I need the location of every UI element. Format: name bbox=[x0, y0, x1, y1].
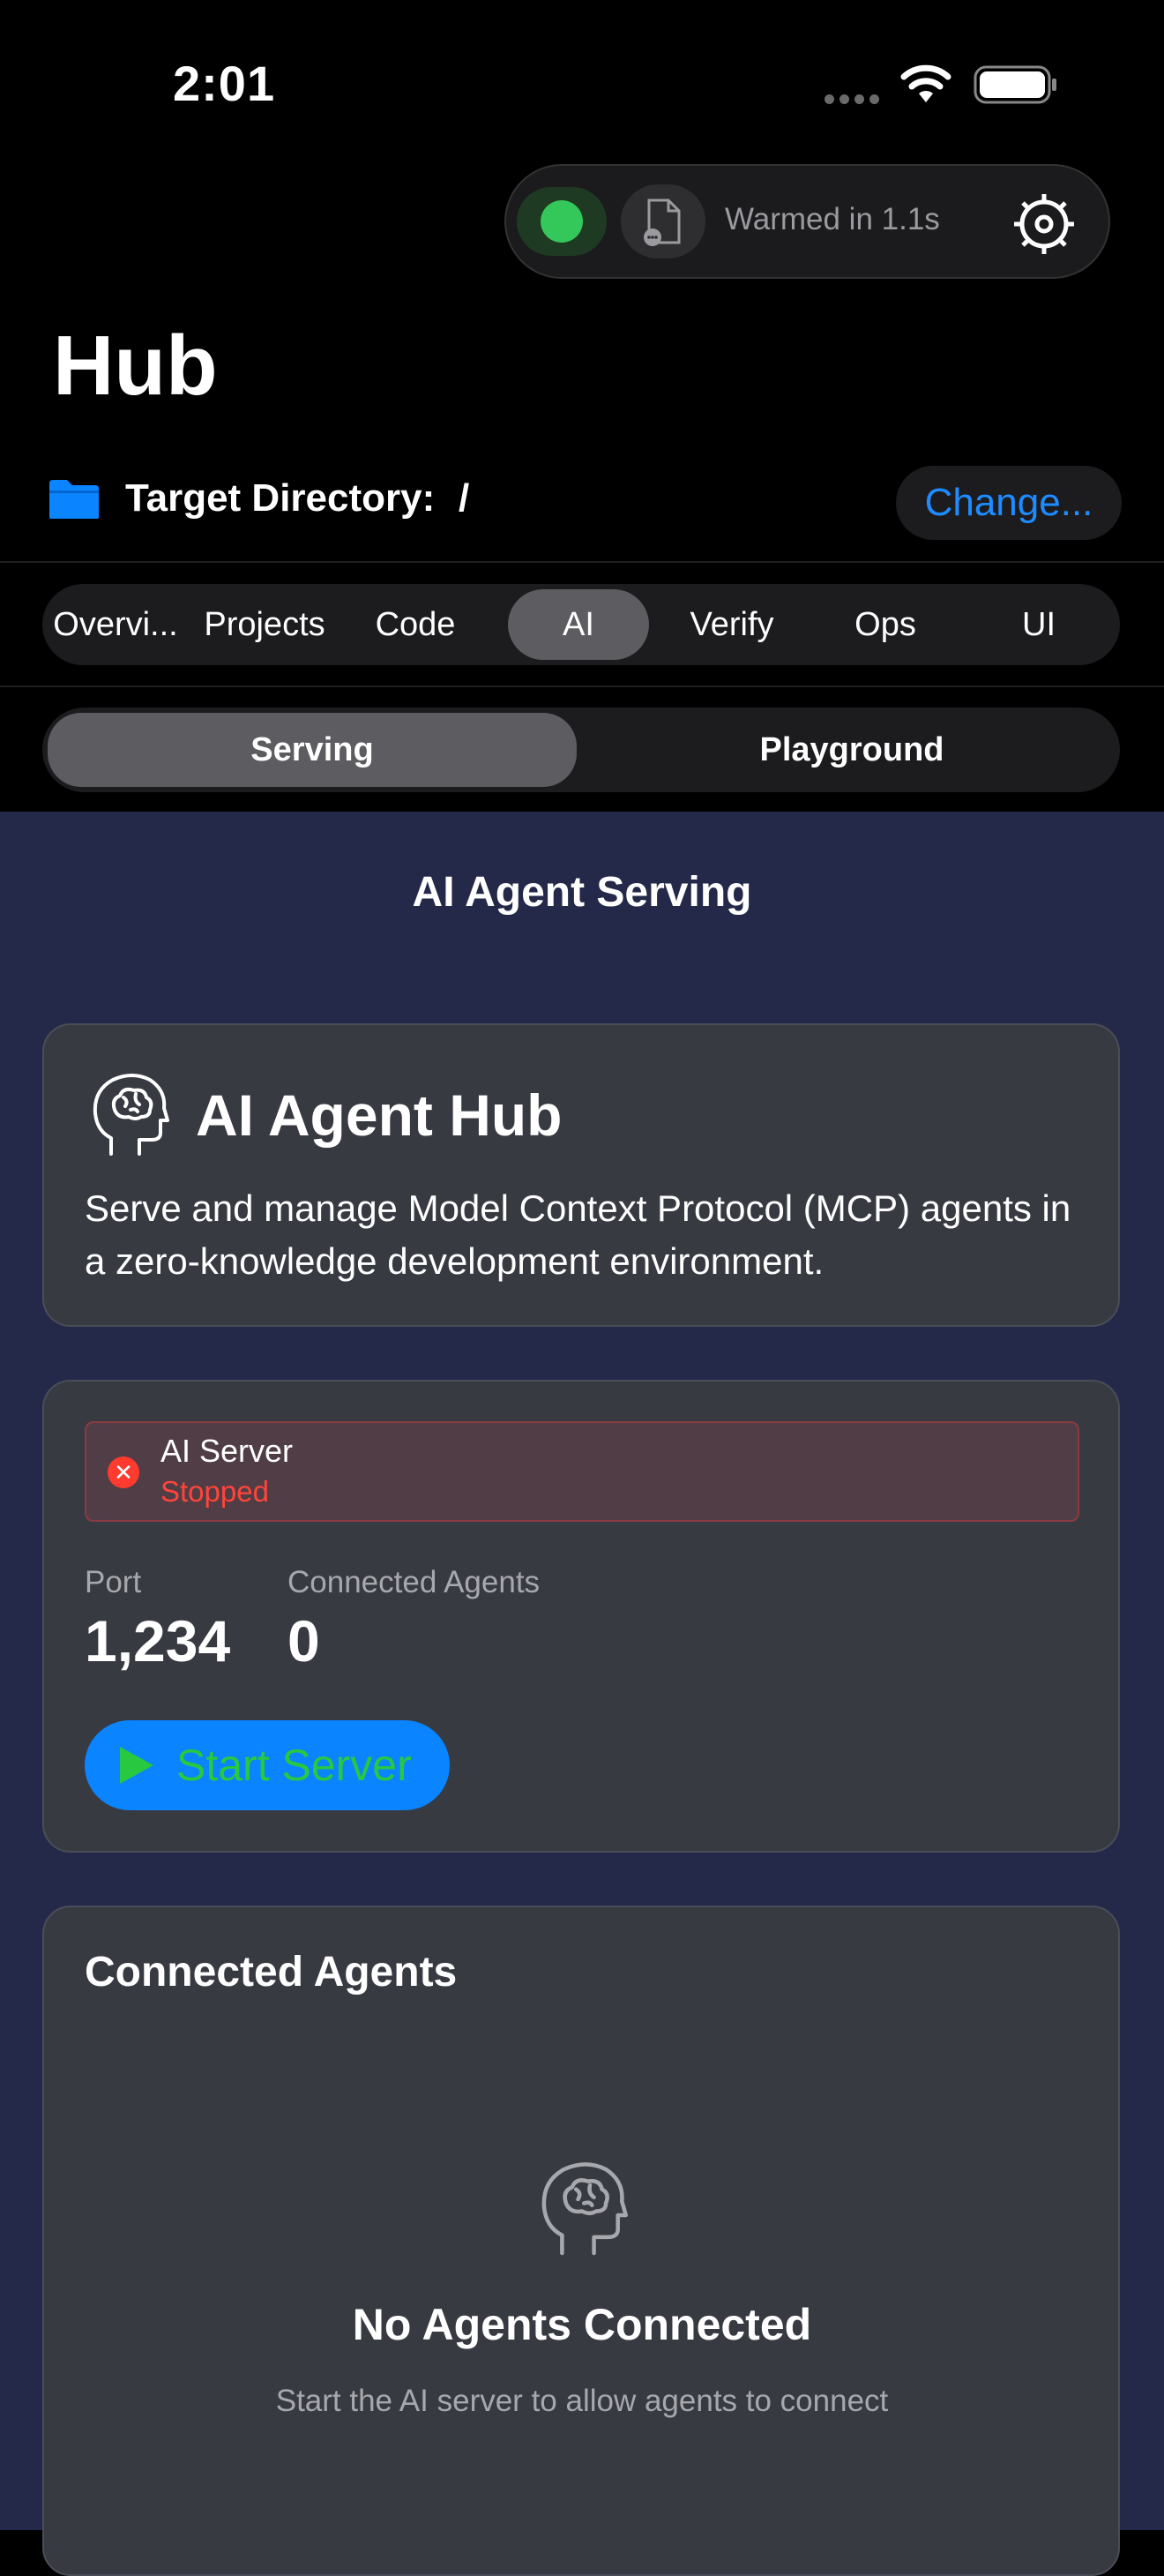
signal-dots-icon bbox=[824, 93, 886, 104]
connected-agents-title: Connected Agents bbox=[85, 1949, 458, 1996]
folder-icon bbox=[49, 480, 99, 519]
page-title: Hub bbox=[53, 318, 218, 413]
change-directory-button[interactable]: Change... bbox=[896, 466, 1122, 540]
empty-state-subtitle: Start the AI server to allow agents to c… bbox=[275, 2384, 889, 2418]
gear-icon[interactable] bbox=[1009, 189, 1079, 259]
start-server-label: Start Server bbox=[176, 1741, 412, 1790]
divider bbox=[0, 685, 1164, 687]
document-button[interactable] bbox=[621, 184, 705, 258]
tab-projects[interactable]: Projects bbox=[194, 584, 335, 665]
segment-serving[interactable]: Serving bbox=[48, 713, 577, 787]
battery-icon bbox=[974, 65, 1056, 104]
document-icon bbox=[644, 198, 681, 246]
status-time: 2:01 bbox=[173, 56, 276, 111]
connected-agents-value: 0 bbox=[287, 1608, 320, 1674]
section-title: AI Agent Serving bbox=[412, 869, 752, 916]
hub-card-title: AI Agent Hub bbox=[196, 1082, 563, 1148]
server-status-indicator[interactable] bbox=[517, 187, 607, 256]
server-name: AI Server bbox=[160, 1433, 294, 1469]
tab-ops[interactable]: Ops bbox=[815, 584, 956, 665]
empty-state-title: No Agents Connected bbox=[352, 2300, 812, 2349]
brain-head-icon bbox=[93, 1074, 169, 1156]
segmented-control: Serving Playground bbox=[42, 708, 1120, 792]
tab-ai[interactable]: AI bbox=[508, 589, 649, 660]
divider bbox=[0, 561, 1164, 563]
target-directory-label: Target Directory: bbox=[125, 476, 436, 520]
tab-ui[interactable]: UI bbox=[968, 584, 1109, 665]
tab-verify[interactable]: Verify bbox=[661, 584, 802, 665]
wifi-icon bbox=[900, 64, 951, 102]
play-icon bbox=[120, 1747, 153, 1784]
target-directory-value: / bbox=[459, 476, 470, 520]
server-state: Stopped bbox=[160, 1475, 269, 1508]
tab-overview[interactable]: Overvi... bbox=[49, 584, 182, 665]
segment-playground[interactable]: Playground bbox=[589, 713, 1115, 787]
connected-agents-label: Connected Agents bbox=[287, 1565, 541, 1599]
status-dot bbox=[541, 200, 583, 243]
main-tab-bar: Overvi... Projects Code AI Verify Ops UI bbox=[42, 584, 1120, 665]
tab-code[interactable]: Code bbox=[347, 584, 483, 665]
start-server-button[interactable]: Start Server bbox=[85, 1720, 450, 1810]
port-value: 1,234 bbox=[85, 1608, 231, 1674]
port-label: Port bbox=[85, 1565, 142, 1599]
hub-card-description: Serve and manage Model Context Protocol … bbox=[85, 1187, 1071, 1282]
error-x-icon: ✕ bbox=[108, 1456, 139, 1488]
brain-head-icon bbox=[541, 2162, 628, 2256]
warm-status-text: Warmed in 1.1s bbox=[725, 202, 940, 236]
